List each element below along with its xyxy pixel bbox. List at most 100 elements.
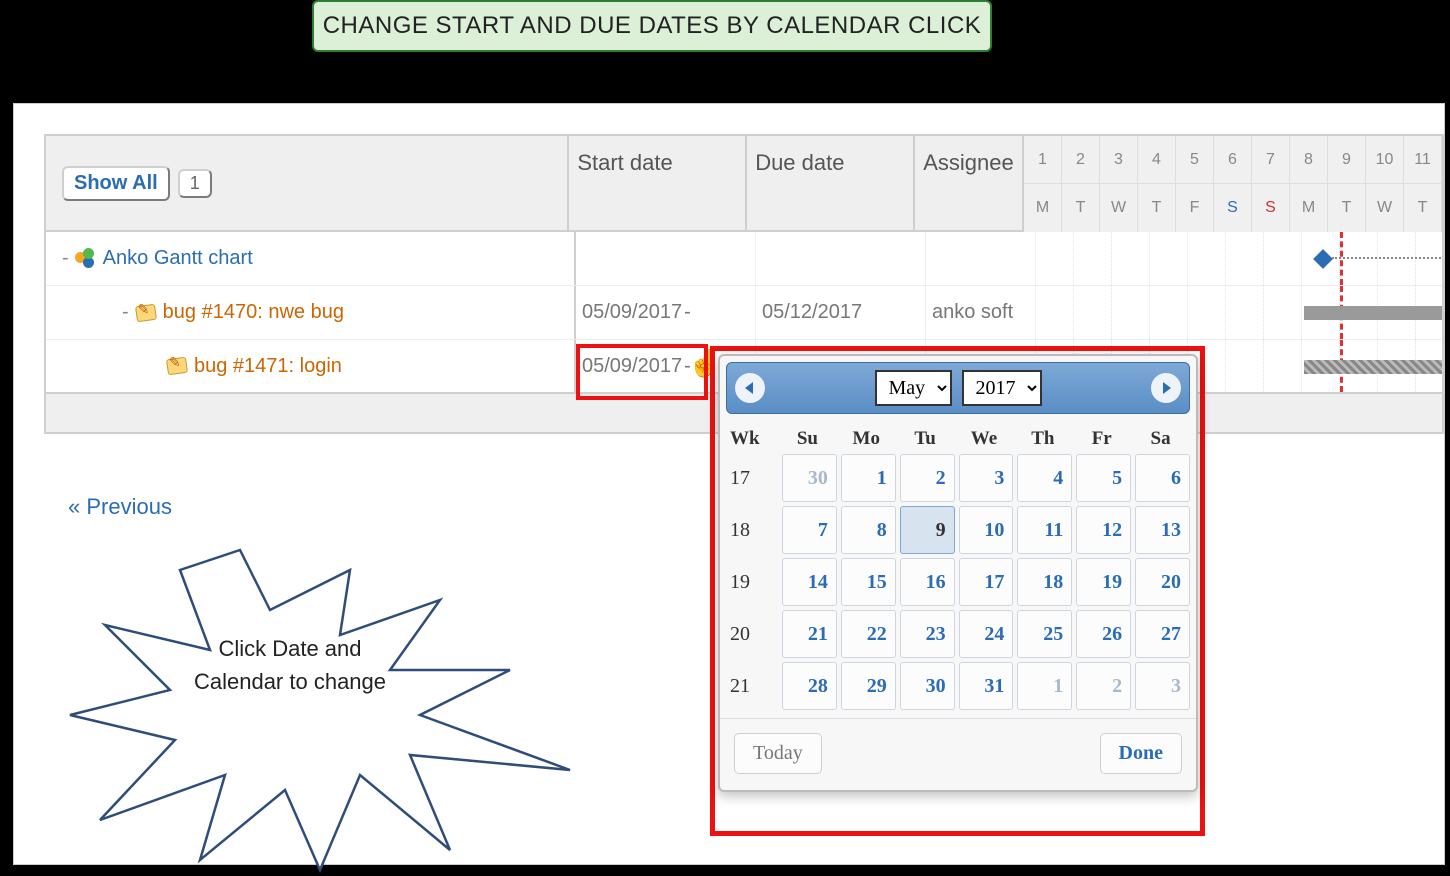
calendar-day[interactable]: 10 [959,506,1014,554]
next-month-button[interactable] [1151,373,1181,403]
bug-icon [135,302,157,324]
tree-issue-row[interactable]: - bug #1470: nwe bug [46,286,576,339]
show-all-button[interactable]: Show All [62,166,170,201]
day-of-week: T [1138,184,1176,232]
day-of-week: M [1024,184,1062,232]
calendar-day[interactable]: 13 [1135,506,1190,554]
calendar-day[interactable]: 1 [841,454,896,502]
day-of-week: M [1290,184,1328,232]
assignee-cell: anko soft [926,286,1036,339]
calendar-day[interactable]: 7 [782,506,837,554]
week-number: 17 [726,454,778,502]
tree-header: Show All 1 [46,136,569,230]
calendar-day[interactable]: 25 [1017,610,1072,658]
calendar-day[interactable]: 12 [1076,506,1131,554]
highlight-box [576,344,708,400]
calendar-day[interactable]: 11 [1017,506,1072,554]
callout-shape [60,540,580,875]
day-of-week: W [1100,184,1138,232]
day-number: 7 [1252,136,1290,184]
calendar-day[interactable]: 30 [900,662,955,710]
issue-label: bug #1470: nwe bug [163,301,344,324]
start-date-cell[interactable]: 05/09/2017- [576,286,756,339]
day-of-week: S [1214,184,1252,232]
gantt-bar[interactable] [1304,360,1444,374]
gantt-cell[interactable] [1036,286,1442,339]
week-column-header: Wk [726,428,778,450]
day-number: 9 [1328,136,1366,184]
calendar-day[interactable]: 26 [1076,610,1131,658]
calendar-day[interactable]: 23 [900,610,955,658]
column-header-assignee: Assignee [915,136,1024,230]
banner-title: CHANGE START AND DUE DATES BY CALENDAR C… [312,0,992,52]
calendar-day[interactable]: 22 [841,610,896,658]
week-number: 20 [726,610,778,658]
dow-header: Mo [837,428,896,450]
dow-header: Su [778,428,837,450]
previous-link[interactable]: « Previous [68,494,172,520]
date-picker: May 2017 Wk SuMoTuWeThFrSa 1730123456187… [718,354,1198,792]
day-number: 2 [1062,136,1100,184]
gantt-bar[interactable] [1304,306,1444,320]
prev-month-button[interactable] [735,373,765,403]
done-button[interactable]: Done [1100,733,1182,774]
today-button[interactable]: Today [734,733,822,774]
week-number: 21 [726,662,778,710]
day-number: 6 [1214,136,1252,184]
calendar-day[interactable]: 28 [782,662,837,710]
calendar-day[interactable]: 3 [1135,662,1190,710]
calendar-day[interactable]: 30 [782,454,837,502]
callout-text: Click Date and Calendar to change [150,632,430,698]
calendar-day[interactable]: 6 [1135,454,1190,502]
due-date-cell[interactable]: 05/12/2017 [756,286,926,339]
calendar-day[interactable]: 14 [782,558,837,606]
day-of-week: W [1366,184,1404,232]
day-number: 3 [1100,136,1138,184]
calendar-day[interactable]: 9 [900,506,955,554]
day-number: 8 [1290,136,1328,184]
week-number: 18 [726,506,778,554]
calendar-day[interactable]: 3 [959,454,1014,502]
calendar-day[interactable]: 17 [959,558,1014,606]
filter-count-badge[interactable]: 1 [178,169,212,198]
project-icon [75,248,97,270]
gantt-cell [1036,232,1442,285]
year-select[interactable]: 2017 [962,370,1042,406]
month-select[interactable]: May [875,370,952,406]
issue-label: bug #1471: login [194,355,342,378]
dow-header: We [955,428,1014,450]
day-number: 4 [1138,136,1176,184]
calendar-day[interactable]: 5 [1076,454,1131,502]
dow-header: Th [1013,428,1072,450]
calendar-day[interactable]: 27 [1135,610,1190,658]
calendar-day[interactable]: 24 [959,610,1014,658]
tree-issue-row[interactable]: bug #1471: login [46,340,576,392]
dow-header: Tu [896,428,955,450]
day-number: 1 [1024,136,1062,184]
calendar-day[interactable]: 19 [1076,558,1131,606]
calendar-day[interactable]: 8 [841,506,896,554]
calendar-day[interactable]: 31 [959,662,1014,710]
calendar-day[interactable]: 20 [1135,558,1190,606]
project-label: Anko Gantt chart [103,247,253,270]
calendar-day[interactable]: 4 [1017,454,1072,502]
day-of-week: T [1062,184,1100,232]
calendar-day[interactable]: 15 [841,558,896,606]
dow-header: Fr [1072,428,1131,450]
calendar-day[interactable]: 2 [1076,662,1131,710]
calendar-day[interactable]: 16 [900,558,955,606]
day-number: 10 [1366,136,1404,184]
calendar-day[interactable]: 29 [841,662,896,710]
day-of-week: T [1328,184,1366,232]
week-number: 19 [726,558,778,606]
timeline-header: 1234567891011 MTWTFSSMTWT [1024,136,1442,230]
calendar-day[interactable]: 21 [782,610,837,658]
tree-project-row[interactable]: - Anko Gantt chart [46,232,576,285]
calendar-day[interactable]: 1 [1017,662,1072,710]
calendar-day[interactable]: 18 [1017,558,1072,606]
day-of-week: F [1176,184,1214,232]
dow-header: Sa [1131,428,1190,450]
day-number: 11 [1404,136,1442,184]
calendar-day[interactable]: 2 [900,454,955,502]
day-number: 5 [1176,136,1214,184]
